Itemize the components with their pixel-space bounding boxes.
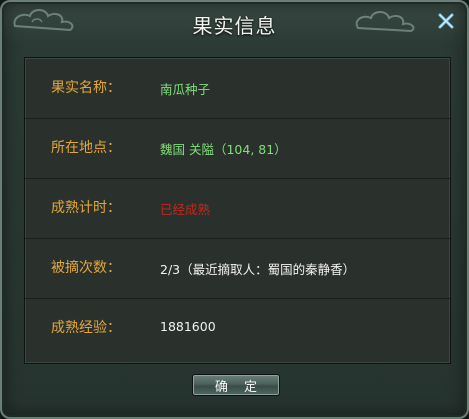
info-row-maturity-timer: 成熟计时： 已经成熟 [25,178,450,239]
maturity-timer-label: 成熟计时： [51,200,121,216]
info-row-maturity-exp: 成熟经验： 1881600 [25,298,450,362]
fruit-name-value: 南瓜种子 [160,82,211,97]
info-row-pick-count: 被摘次数： 2/3（最近摘取人：蜀国的秦静香） [25,238,450,299]
maturity-exp-value: 1881600 [160,319,216,334]
close-button[interactable] [435,10,457,32]
location-value[interactable]: 魏国 关隘（104, 81） [160,139,287,158]
dialog-titlebar: 果实信息 [2,2,467,42]
fruit-info-dialog: 果实信息 果实名称： 南瓜种子 所在地点： 魏国 关隘（104, 81） 成熟计… [0,0,469,419]
pick-count-label: 被摘次数： [51,260,121,276]
cloud-ornament-right-icon [355,11,415,33]
confirm-button[interactable]: 确 定 [192,374,280,396]
fruit-name-label: 果实名称： [51,80,121,96]
info-panel: 果实名称： 南瓜种子 所在地点： 魏国 关隘（104, 81） 成熟计时： 已经… [24,57,451,364]
maturity-timer-value: 已经成熟 [160,202,211,217]
maturity-exp-label: 成熟经验： [51,320,121,336]
location-label: 所在地点： [51,140,121,156]
info-row-location: 所在地点： 魏国 关隘（104, 81） [25,118,450,179]
pick-count-value: 2/3（最近摘取人：蜀国的秦静香） [160,262,356,277]
info-row-fruit-name: 果实名称： 南瓜种子 [25,58,450,119]
close-x-icon [438,13,454,29]
